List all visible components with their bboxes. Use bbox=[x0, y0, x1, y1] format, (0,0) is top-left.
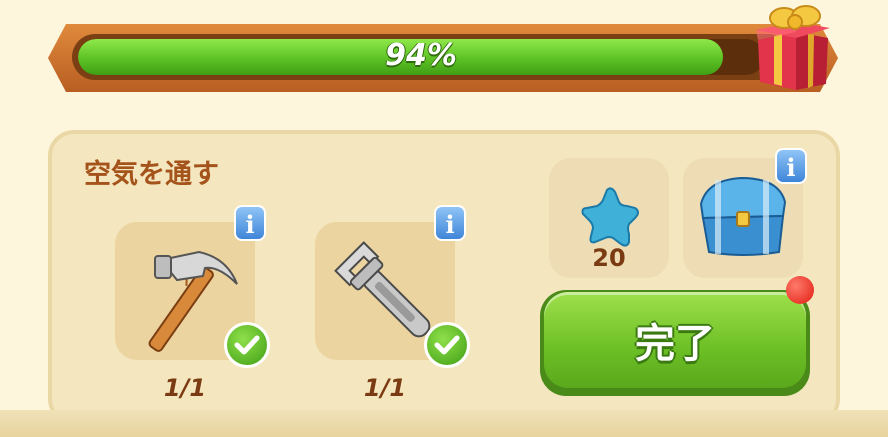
progress-percent-label: 94% bbox=[385, 38, 457, 73]
requirement-count-hammer: 1/1 bbox=[163, 374, 207, 402]
checkmark-icon-wrench bbox=[424, 322, 470, 368]
checkmark-icon-hammer bbox=[224, 322, 270, 368]
bottom-strip bbox=[0, 410, 888, 437]
notification-dot bbox=[786, 276, 814, 304]
complete-button[interactable]: 完了 bbox=[540, 290, 810, 396]
requirement-count-wrench: 1/1 bbox=[363, 374, 407, 402]
info-button-wrench[interactable]: i bbox=[434, 205, 466, 241]
quest-title: 空気を通す bbox=[84, 159, 219, 190]
info-button-chest[interactable]: i bbox=[775, 148, 807, 184]
reward-amount-star: 20 bbox=[592, 244, 626, 272]
gift-box-icon[interactable] bbox=[750, 0, 834, 92]
info-button-hammer[interactable]: i bbox=[234, 205, 266, 241]
complete-button-label: 完了 bbox=[544, 292, 806, 388]
